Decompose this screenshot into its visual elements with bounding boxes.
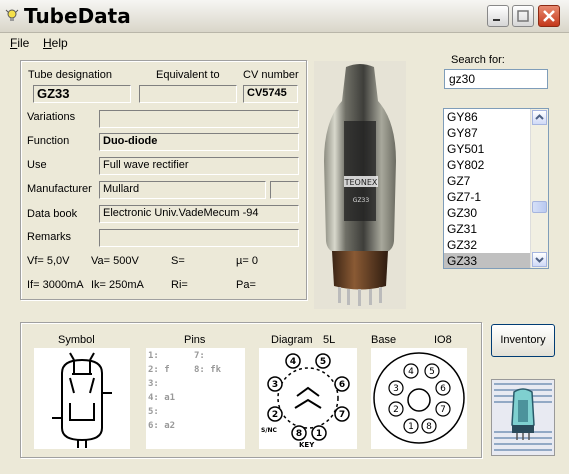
pin-2: 2: f [148, 365, 170, 375]
scroll-up-button[interactable] [532, 110, 547, 125]
param-ri: Ri= [171, 279, 188, 291]
pins-label: Pins [184, 334, 206, 346]
diagram-pin-1: 1 [316, 429, 322, 439]
remarks-field[interactable] [99, 229, 299, 247]
base-diagram: 1 2 3 4 5 6 7 8 [373, 352, 465, 444]
diagram-code: 5L [323, 334, 336, 346]
title-bar[interactable]: TubeData [0, 0, 569, 33]
list-scrollbar[interactable] [530, 109, 548, 268]
equivalent-field[interactable] [139, 85, 237, 103]
manufacturer-label: Manufacturer [27, 183, 92, 195]
diagram-pin-8: 8 [296, 429, 302, 439]
pin-6: 6: a2 [148, 421, 176, 431]
databook-label: Data book [27, 208, 78, 220]
cv-field[interactable]: CV5745 [243, 85, 298, 103]
base-pin-7: 7 [440, 405, 446, 415]
pin-4: 4: a1 [148, 393, 176, 403]
diagram-pin-4: 4 [290, 357, 296, 367]
search-label: Search for: [451, 54, 505, 66]
window-title: TubeData [24, 4, 131, 28]
menu-file[interactable]: File [10, 36, 29, 50]
manufacturer-field[interactable]: Mullard [99, 181, 266, 199]
base-label: Base [371, 334, 397, 346]
app-logo [491, 379, 555, 456]
pin-3: 3: [148, 379, 159, 389]
diagram-pin-2: 2 [272, 410, 278, 420]
lightbulb-icon [5, 9, 19, 21]
param-ik: Ik= 250mA [91, 279, 144, 291]
diagram-pin-3: 3 [272, 380, 278, 390]
base-code: IO8 [434, 334, 452, 346]
symbol-label: Symbol [58, 334, 95, 346]
menu-bar: File Help [0, 33, 569, 53]
function-field[interactable]: Duo-diode [99, 133, 299, 151]
tube-list[interactable]: GY86 GY87 GY501 GY802 GZ7 GZ7-1 GZ30 GZ31 GZ32 GZ… [443, 108, 549, 269]
param-mu: µ= 0 [236, 255, 258, 267]
designation-label: Tube designation [28, 69, 112, 81]
use-label: Use [27, 159, 47, 171]
tube-brand: TEONEX [344, 178, 378, 187]
maximize-button[interactable] [512, 5, 534, 27]
param-pa: Pa= [236, 279, 256, 291]
chevron-down-icon [535, 257, 544, 263]
base-pin-3: 3 [393, 384, 399, 394]
chevron-up-icon [535, 114, 544, 120]
base-pin-8: 8 [426, 422, 432, 432]
param-s: S= [171, 255, 185, 267]
menu-help[interactable]: Help [43, 36, 68, 50]
variations-field[interactable] [99, 110, 299, 128]
tube-logo-icon [492, 380, 554, 455]
maximize-icon [517, 10, 529, 22]
designation-field[interactable]: GZ33 [33, 85, 131, 103]
base-panel: 1 2 3 4 5 6 7 8 [371, 348, 467, 449]
pin-7: 7: [194, 351, 205, 361]
param-va: Va= 500V [91, 255, 139, 267]
databook-field[interactable]: Electronic Univ.VadeMecum -94 [99, 205, 299, 223]
diagram-pin-5: 5 [320, 357, 326, 367]
minimize-icon [493, 19, 500, 21]
base-pin-6: 6 [440, 384, 446, 394]
pin-diagram: 1 8 2 3 4 5 6 7 S/NC KEY [261, 353, 350, 449]
base-pin-5: 5 [429, 367, 435, 377]
pin-8: 8: fk [194, 365, 222, 375]
pins-panel: 1: 2: f 3: 4: a1 5: 6: a2 7: 8: fk [146, 348, 245, 449]
function-label: Function [27, 135, 70, 147]
tube-symbol-icon [52, 352, 112, 448]
remarks-label: Remarks [27, 231, 72, 243]
pin-1: 1: [148, 351, 159, 361]
manufacturer-code-field[interactable] [270, 181, 299, 199]
param-vf: Vf= 5,0V [27, 255, 70, 267]
tube-image: TEONEX GZ33 [324, 64, 396, 306]
close-button[interactable] [538, 5, 560, 27]
scroll-thumb[interactable] [532, 201, 547, 213]
diagram-pin-6: 6 [339, 380, 345, 390]
variations-label: Variations [27, 111, 76, 123]
search-input[interactable] [444, 69, 548, 89]
tube-photo: TEONEX GZ33 [314, 61, 406, 309]
pin-5: 5: [148, 407, 159, 417]
close-icon [543, 10, 555, 22]
diagram-pin-7: 7 [339, 410, 345, 420]
cv-label: CV number [243, 69, 299, 81]
diagram-panel: 1 8 2 3 4 5 6 7 S/NC KEY [259, 348, 357, 449]
diagram-key: KEY [299, 441, 315, 449]
tube-model: GZ33 [353, 197, 370, 204]
scroll-down-button[interactable] [532, 252, 547, 267]
diagram-note: S/NC [261, 427, 278, 434]
symbol-panel [34, 348, 130, 449]
inventory-button[interactable]: Inventory [491, 324, 555, 357]
base-pin-2: 2 [393, 405, 399, 415]
minimize-button[interactable] [487, 5, 509, 27]
param-if: If= 3000mA [27, 279, 84, 291]
diagram-label: Diagram [271, 334, 313, 346]
base-pin-4: 4 [408, 367, 414, 377]
use-field[interactable]: Full wave rectifier [99, 157, 299, 175]
base-pin-1: 1 [408, 422, 414, 432]
app-window: TubeData File Help Tube designation Equi… [0, 0, 569, 474]
equivalent-label: Equivalent to [156, 69, 220, 81]
